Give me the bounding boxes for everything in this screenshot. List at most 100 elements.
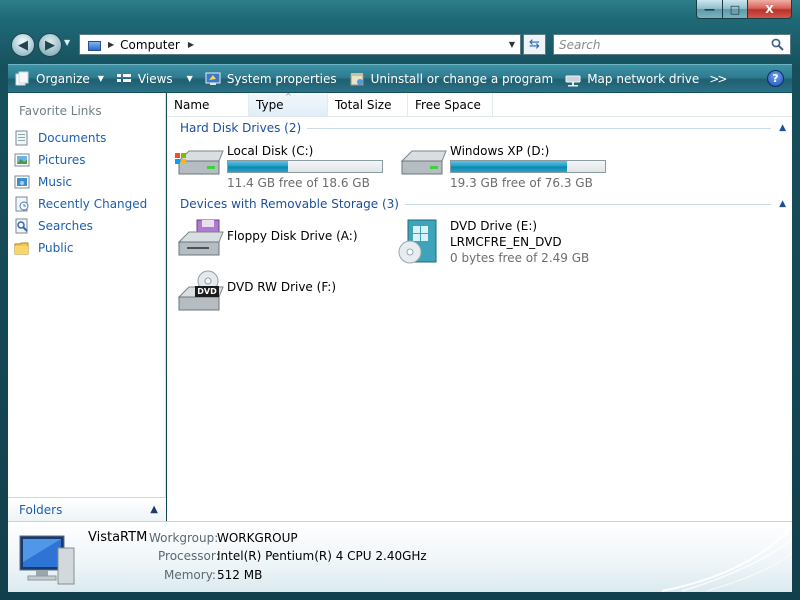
search-icon[interactable]: [771, 38, 784, 51]
minimize-button[interactable]: —: [696, 0, 723, 19]
dvd-drive-icon: DVD: [175, 269, 227, 319]
processor-label: Processor:: [158, 549, 220, 563]
nav-item-public[interactable]: Public: [14, 237, 147, 259]
floppy-drive-icon: [175, 218, 227, 268]
column-headers: Name ^ Type Total Size Free Space: [167, 92, 792, 117]
uninstall-program-button[interactable]: Uninstall or change a program: [343, 67, 560, 91]
capacity-bar-fill: [228, 161, 289, 172]
breadcrumb-chevron-icon[interactable]: ▶: [188, 40, 194, 49]
pictures-icon: [14, 152, 30, 168]
system-properties-icon: [205, 71, 221, 87]
drive-name: DVD RW Drive (F:): [227, 280, 337, 294]
organize-button[interactable]: Organize ▼: [8, 67, 110, 91]
forward-button[interactable]: ▶: [38, 33, 62, 57]
organize-icon: [14, 71, 30, 87]
chevron-down-icon: ▼: [97, 74, 104, 83]
capacity-bar: [450, 160, 606, 173]
folders-label: Folders: [19, 502, 63, 517]
command-bar: Organize ▼ Views ▼ System properties Uni…: [8, 64, 792, 92]
column-header-type[interactable]: ^ Type: [249, 92, 328, 116]
group-title: Devices with Removable Storage (3): [180, 197, 399, 211]
nav-item-label: Recently Changed: [38, 197, 148, 211]
nav-item-label: Searches: [38, 219, 93, 233]
column-label: Name: [174, 97, 210, 112]
workgroup-label: Workgroup:: [149, 531, 219, 545]
search-input[interactable]: [559, 37, 759, 52]
searches-icon: [14, 218, 30, 234]
address-dropdown-icon[interactable]: ▼: [504, 35, 520, 54]
window-controls: — □ X: [696, 0, 792, 20]
map-network-drive-label: Map network drive: [587, 71, 700, 86]
nav-item-documents[interactable]: Documents: [14, 127, 147, 149]
close-button[interactable]: X: [748, 0, 792, 19]
map-network-drive-button[interactable]: Map network drive: [559, 67, 705, 91]
group-divider: [307, 127, 772, 129]
file-list: Name ^ Type Total Size Free Space Hard D…: [167, 92, 792, 521]
maximize-button[interactable]: □: [723, 0, 748, 19]
memory-label: Memory:: [164, 568, 216, 582]
recently-changed-icon: [14, 196, 30, 212]
collapse-group-icon[interactable]: ▲: [779, 199, 786, 209]
drive-windows-xp-d[interactable]: Windows XP (D:) 19.3 GB free of 76.3 GB: [398, 143, 606, 193]
uninstall-label: Uninstall or change a program: [370, 71, 554, 86]
folders-toggle[interactable]: Folders ▲: [8, 497, 166, 521]
nav-item-recently-changed[interactable]: Recently Changed: [14, 193, 147, 215]
nav-item-searches[interactable]: Searches: [14, 215, 147, 237]
collapse-group-icon[interactable]: ▲: [779, 123, 786, 133]
nav-item-pictures[interactable]: Pictures: [14, 149, 147, 171]
drive-name: Floppy Disk Drive (A:): [227, 229, 358, 243]
music-icon: [14, 174, 30, 190]
drive-name: DVD Drive (E:): [450, 219, 538, 233]
drive-floppy-a[interactable]: Floppy Disk Drive (A:): [175, 218, 358, 268]
system-properties-label: System properties: [226, 71, 337, 86]
nav-item-music[interactable]: Music: [14, 171, 147, 193]
views-label: Views: [137, 71, 173, 86]
decorative-swoosh: [661, 525, 792, 592]
free-space-text: 11.4 GB free of 18.6 GB: [227, 176, 370, 190]
address-bar[interactable]: ▶ Computer ▶ ▼: [79, 34, 521, 55]
computer-icon: [19, 535, 75, 585]
drive-dvd-e[interactable]: DVD Drive (E:) LRMCFRE_EN_DVD 0 bytes fr…: [398, 218, 589, 268]
refresh-icon: ⇆: [529, 37, 540, 52]
sort-ascending-icon: ^: [285, 92, 292, 101]
forward-arrow-icon: ▶: [45, 37, 55, 53]
column-label: Total Size: [335, 97, 392, 112]
volume-label: LRMCFRE_EN_DVD: [450, 235, 562, 249]
documents-icon: [14, 130, 30, 146]
help-button[interactable]: ?: [767, 70, 784, 87]
views-button[interactable]: Views ▼: [110, 67, 199, 91]
breadcrumb-chevron-icon[interactable]: ▶: [108, 40, 114, 49]
system-properties-button[interactable]: System properties: [199, 67, 343, 91]
hard-drive-icon: [398, 143, 450, 193]
group-header-hard-disk-drives[interactable]: Hard Disk Drives (2) ▲: [180, 120, 786, 136]
nav-item-label: Pictures: [38, 153, 86, 167]
column-header-total-size[interactable]: Total Size: [328, 93, 408, 116]
search-box[interactable]: [553, 34, 791, 55]
free-space-text: 19.3 GB free of 76.3 GB: [450, 176, 593, 190]
chevron-up-icon[interactable]: ▲: [150, 504, 158, 515]
column-header-name[interactable]: Name: [167, 93, 249, 116]
group-title: Hard Disk Drives (2): [180, 121, 302, 135]
drive-dvd-rw-f[interactable]: DVD DVD RW Drive (F:): [175, 269, 336, 319]
details-pane: VistaRTM Workgroup: WORKGROUP Processor:…: [8, 521, 792, 592]
navigation-pane: Favorite Links Documents Pictures Music …: [8, 93, 166, 521]
computer-icon: [86, 39, 102, 51]
favorite-links-list: Documents Pictures Music Recently Change…: [14, 127, 147, 259]
capacity-bar-fill: [451, 161, 567, 172]
nav-item-label: Documents: [38, 131, 107, 145]
workgroup-value: WORKGROUP: [217, 531, 298, 545]
group-header-removable-storage[interactable]: Devices with Removable Storage (3) ▲: [180, 196, 786, 212]
chevron-down-icon: ▼: [186, 74, 193, 83]
free-space-text: 0 bytes free of 2.49 GB: [450, 251, 590, 265]
breadcrumb-computer[interactable]: Computer: [120, 38, 180, 52]
column-header-free-space[interactable]: Free Space: [408, 93, 493, 116]
dvd-media-icon: [398, 218, 450, 268]
back-button[interactable]: ◀: [11, 33, 35, 57]
more-commands-button[interactable]: >>: [709, 72, 727, 86]
uninstall-icon: [349, 71, 365, 87]
refresh-button[interactable]: ⇆: [523, 34, 546, 55]
column-label: Free Space: [415, 97, 481, 112]
drive-local-disk-c[interactable]: Local Disk (C:) 11.4 GB free of 18.6 GB: [175, 143, 383, 193]
back-arrow-icon: ◀: [18, 37, 28, 53]
recent-pages-dropdown[interactable]: ▼: [64, 38, 70, 47]
